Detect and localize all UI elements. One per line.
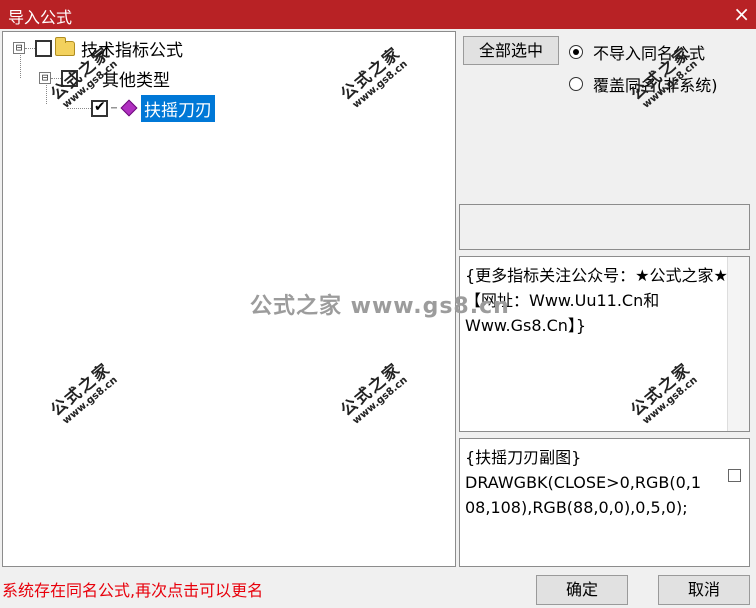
tree-row-group[interactable]: ⊟ 其他类型 — [39, 65, 170, 91]
folder-icon — [55, 36, 75, 56]
tree-line — [51, 77, 61, 79]
radio-overwrite-label: 覆盖同名(非系统) — [593, 76, 718, 95]
cancel-button[interactable]: 取消 — [658, 575, 750, 605]
cancel-label: 取消 — [687, 580, 720, 599]
tree-row-item[interactable]: ⋯ 扶摇刀刃 — [67, 94, 216, 122]
title-bar: 导入公式 × — [0, 0, 756, 29]
tree-row-root[interactable]: ⊟ 技术指标公式 — [13, 35, 183, 61]
code-panel[interactable]: {扶摇刀刃副图} DRAWGBK(CLOSE>0,RGB(0,108,108),… — [459, 438, 750, 567]
tree-line — [25, 47, 35, 49]
tree-label-group[interactable]: 其他类型 — [102, 66, 170, 91]
tree-label-root[interactable]: 技术指标公式 — [81, 36, 183, 61]
info-scrollbar-track[interactable] — [727, 257, 749, 431]
code-checkbox[interactable] — [728, 469, 741, 482]
ok-button[interactable]: 确定 — [536, 575, 628, 605]
code-text: {扶摇刀刃副图} DRAWGBK(CLOSE>0,RGB(0,108,108),… — [465, 448, 702, 517]
blank-field — [459, 204, 750, 250]
radio-no-import[interactable]: 不导入同名公式 — [569, 40, 705, 64]
tree-line — [67, 107, 91, 109]
item-checkbox[interactable] — [91, 99, 108, 117]
status-message: 系统存在同名公式,再次点击可以更名 — [2, 581, 264, 600]
group-checkbox[interactable] — [61, 69, 78, 87]
close-icon[interactable]: × — [733, 1, 750, 27]
radio-overwrite[interactable]: 覆盖同名(非系统) — [569, 72, 718, 96]
tree-label-item[interactable]: 扶摇刀刃 — [141, 94, 216, 122]
watermark-center: 公式之家 www.gs8.cn — [250, 294, 510, 319]
radio-no-import-label: 不导入同名公式 — [593, 44, 706, 63]
window-title: 导入公式 — [8, 8, 73, 27]
root-checkbox[interactable] — [35, 39, 52, 57]
select-all-button[interactable]: 全部选中 — [463, 36, 559, 65]
collapse-icon[interactable]: ⊟ — [39, 72, 51, 84]
radio-no-import-dot[interactable] — [569, 45, 583, 59]
info-panel[interactable]: {更多指标关注公众号：★公式之家★ 【网址：Www.Uu11.Cn和Www.Gs… — [459, 256, 750, 432]
radio-overwrite-dot[interactable] — [569, 77, 583, 91]
ok-label: 确定 — [565, 580, 598, 599]
select-all-label: 全部选中 — [478, 41, 543, 60]
dots-icon: ⋯ — [111, 102, 118, 114]
collapse-icon[interactable]: ⊟ — [13, 42, 25, 54]
formula-gem-icon — [120, 99, 138, 117]
